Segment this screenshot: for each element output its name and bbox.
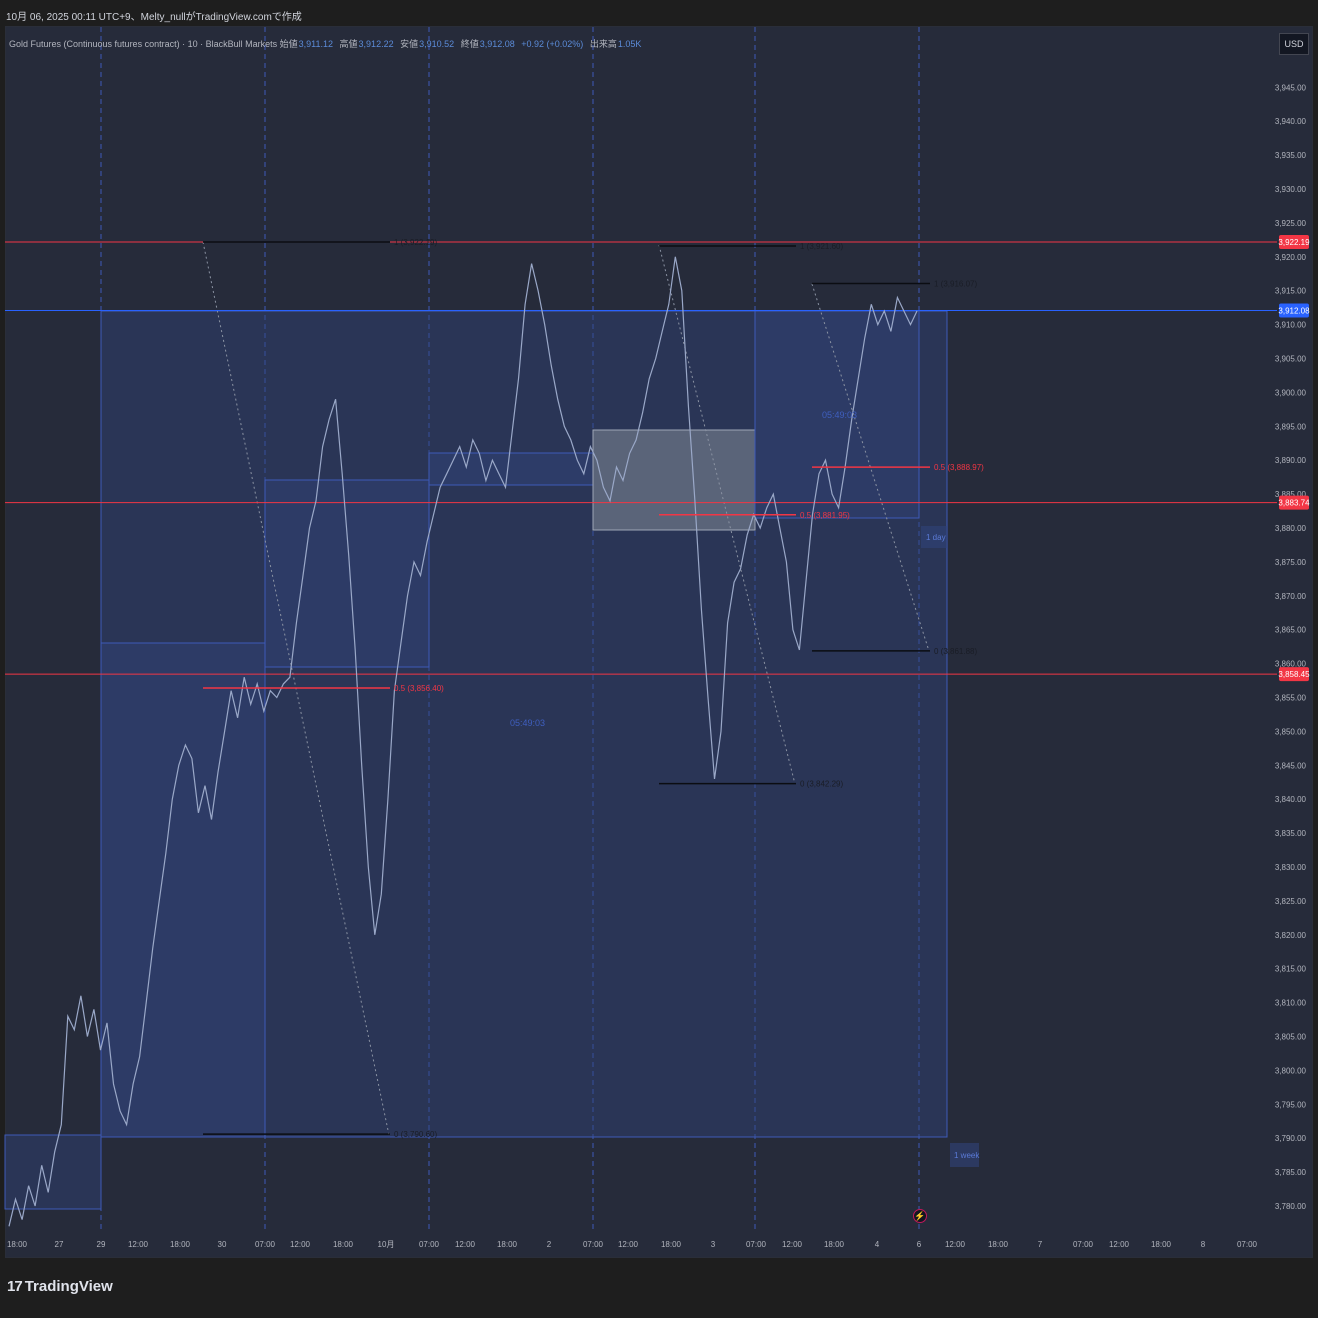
snapshot-caption: 10月 06, 2025 00:11 UTC+9、Melty_nullがTrad… [6, 12, 302, 23]
tradingview-logo-text: TradingView [24, 1278, 113, 1295]
symbol-name: Gold Futures (Continuous futures contrac… [9, 39, 278, 49]
change-value: +0.92 (+0.02%) [521, 39, 584, 49]
chart-pane[interactable] [5, 26, 1313, 1258]
low-value: 3,910.52 [419, 39, 455, 49]
symbol-legend: Gold Futures (Continuous futures contrac… [9, 37, 645, 50]
currency-button[interactable]: USD [1279, 33, 1309, 55]
open-label: 始値 [279, 39, 298, 49]
open-value: 3,911.12 [298, 39, 334, 49]
low-label: 安値 [400, 39, 419, 49]
volume-value: 1.05K [617, 39, 642, 49]
close-label: 終値 [460, 39, 479, 49]
high-value: 3,912.22 [358, 39, 394, 49]
footer-bar [0, 1258, 1318, 1318]
high-label: 高値 [339, 39, 358, 49]
tradingview-logo[interactable]: 17 TradingView [7, 1278, 113, 1295]
tradingview-logo-icon: 17 [7, 1278, 23, 1295]
volume-label: 出来高 [589, 39, 617, 49]
lightning-icon[interactable]: ⚡ [913, 1209, 927, 1223]
close-value: 3,912.08 [479, 39, 515, 49]
top-caption-bar: 10月 06, 2025 00:11 UTC+9、Melty_nullがTrad… [0, 0, 1318, 26]
